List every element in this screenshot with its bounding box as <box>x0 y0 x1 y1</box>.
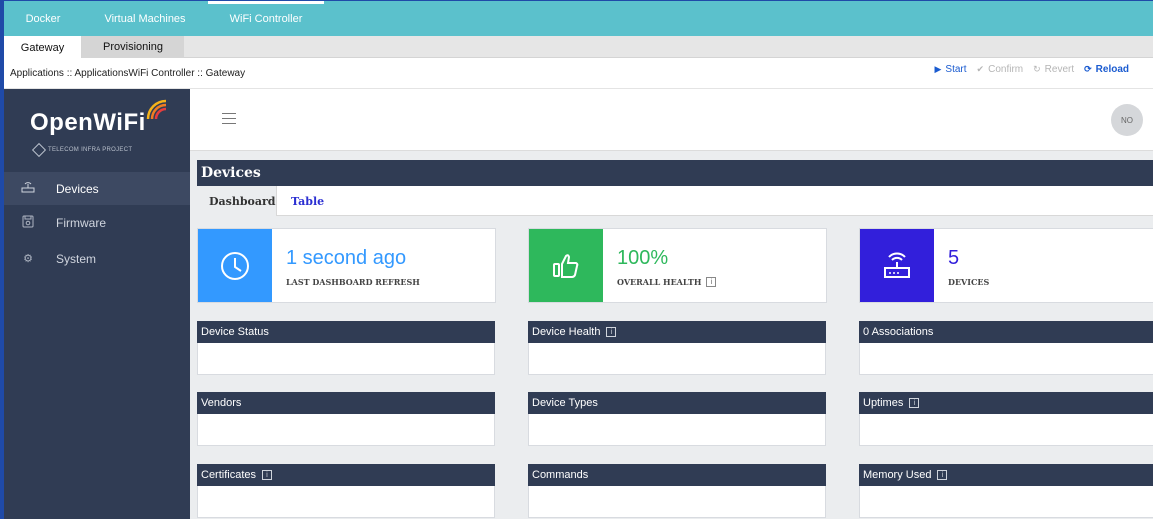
panel-header: 0 Associations <box>859 321 1153 343</box>
refresh-icon: ⟳ <box>1084 63 1092 74</box>
confirm-button[interactable]: ✔ Confirm <box>977 64 1024 75</box>
stat-value: 100% <box>617 247 669 269</box>
panel-associations: 0 Associations <box>859 321 1153 375</box>
tab-provisioning[interactable]: Provisioning <box>82 36 184 58</box>
reload-button[interactable]: ⟳ Reload <box>1084 64 1129 75</box>
start-label: Start <box>945 63 967 75</box>
panel-memory-used: Memory Used i <box>859 464 1153 518</box>
panel-header: Certificates i <box>197 464 495 486</box>
sidebar-item-label: System <box>56 251 97 266</box>
diamond-icon <box>31 142 47 158</box>
panel-header: Commands <box>528 464 826 486</box>
info-icon[interactable]: i <box>262 470 273 480</box>
tab-table[interactable]: Table <box>279 186 336 216</box>
panel-title: Device Types <box>532 397 598 409</box>
stat-icon-block <box>198 229 272 302</box>
panel-device-health: Device Health i <box>528 321 826 375</box>
stat-label-text: OVERALL HEALTH <box>617 277 702 287</box>
devices-tab-bar: Dashboard Table <box>197 186 1153 216</box>
panel-header: Memory Used i <box>859 464 1153 486</box>
logo-subtitle-text: TELECOM INFRA PROJECT <box>48 147 133 153</box>
sidebar-item-label: Devices <box>56 181 99 196</box>
panel-device-types: Device Types <box>528 392 826 446</box>
stat-label: LAST DASHBOARD REFRESH <box>286 277 420 287</box>
router-icon <box>20 181 36 196</box>
clock-icon <box>221 251 249 280</box>
top-tab-bar: Docker Virtual Machines WiFi Controller <box>4 1 1153 36</box>
hamburger-menu-icon[interactable] <box>222 113 236 124</box>
panel-header: Vendors <box>197 392 495 414</box>
confirm-label: Confirm <box>988 63 1024 75</box>
thumbs-up-icon <box>553 253 579 278</box>
breadcrumb: Applications :: ApplicationsWiFi Control… <box>10 68 246 79</box>
stat-label: DEVICES <box>948 277 989 287</box>
logo-subtitle: TELECOM INFRA PROJECT <box>31 142 133 158</box>
panel-header: Device Types <box>528 392 826 414</box>
stat-icon-block <box>529 229 603 302</box>
stat-label: OVERALL HEALTH i <box>617 277 717 287</box>
sidebar-item-system[interactable]: ⚙ System <box>4 242 190 275</box>
info-icon[interactable]: i <box>937 470 948 480</box>
panel-certificates: Certificates i <box>197 464 495 518</box>
info-icon[interactable]: i <box>606 327 617 337</box>
app-header: NO <box>190 89 1153 151</box>
reload-label: Reload <box>1095 63 1129 75</box>
save-icon <box>20 215 36 231</box>
undo-icon: ↻ <box>1033 63 1041 74</box>
panel-title: Device Health <box>532 326 601 338</box>
panel-title: Commands <box>532 469 589 481</box>
stat-card-overall-health: 100% OVERALL HEALTH i <box>528 228 827 303</box>
stat-value: 5 <box>948 247 960 269</box>
panel-title: Memory Used <box>863 469 932 481</box>
panel-header: Device Status <box>197 321 495 343</box>
start-button[interactable]: ▶ Start <box>935 64 967 75</box>
app-logo[interactable]: OpenWiFi <box>30 109 146 137</box>
panel-uptimes: Uptimes i <box>859 392 1153 446</box>
stat-card-last-refresh: 1 second ago LAST DASHBOARD REFRESH <box>197 228 496 303</box>
revert-label: Revert <box>1044 63 1075 75</box>
panel-title: Vendors <box>201 397 242 409</box>
breadcrumb-bar: Applications :: ApplicationsWiFi Control… <box>4 58 1153 89</box>
wifi-logo-icon <box>146 99 167 120</box>
panel-vendors: Vendors <box>197 392 495 446</box>
panel-title: 0 Associations <box>863 326 934 338</box>
stat-label-text: LAST DASHBOARD REFRESH <box>286 277 420 287</box>
tab-docker[interactable]: Docker <box>4 1 82 36</box>
panel-title: Uptimes <box>863 397 904 409</box>
tab-wifi-controller[interactable]: WiFi Controller <box>208 1 324 36</box>
tab-gateway[interactable]: Gateway <box>4 36 82 59</box>
sidebar-item-label: Firmware <box>56 215 106 230</box>
stat-label-text: DEVICES <box>948 277 990 287</box>
panel-title: Certificates <box>201 469 257 481</box>
gear-icon: ⚙ <box>23 253 33 265</box>
sidebar-item-firmware[interactable]: Firmware <box>4 206 190 239</box>
sidebar-item-devices[interactable]: Devices <box>4 172 190 205</box>
revert-button[interactable]: ↻ Revert <box>1033 64 1074 75</box>
page-title: Devices <box>197 160 1153 186</box>
router-icon <box>884 252 910 278</box>
sub-tab-bar: Gateway Provisioning <box>4 36 1153 59</box>
stat-icon-block <box>860 229 934 302</box>
sidebar: OpenWiFi TELECOM INFRA PROJECT Devices F… <box>4 89 190 519</box>
panel-commands: Commands <box>528 464 826 518</box>
stat-card-devices: 5 DEVICES <box>859 228 1153 303</box>
tab-dashboard[interactable]: Dashboard <box>197 186 277 216</box>
action-toolbar: ▶ Start ✔ Confirm ↻ Revert ⟳ Reload <box>935 58 1130 80</box>
stat-value: 1 second ago <box>286 247 407 269</box>
panel-header: Uptimes i <box>859 392 1153 414</box>
play-icon: ▶ <box>934 63 942 74</box>
panel-device-status: Device Status <box>197 321 495 375</box>
panel-title: Device Status <box>201 326 269 338</box>
panel-header: Device Health i <box>528 321 826 343</box>
tab-virtual-machines[interactable]: Virtual Machines <box>82 1 208 36</box>
info-icon[interactable]: i <box>909 398 920 408</box>
check-icon: ✔ <box>976 63 985 74</box>
info-icon[interactable]: i <box>706 277 717 287</box>
avatar[interactable]: NO <box>1111 104 1143 136</box>
